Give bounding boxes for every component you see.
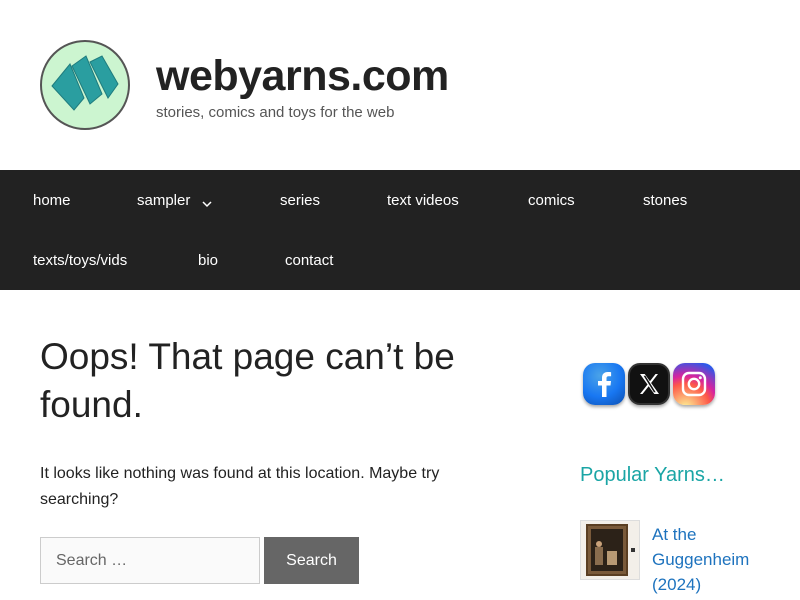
nav-item-series[interactable]: series bbox=[280, 192, 320, 209]
search-button[interactable]: Search bbox=[264, 537, 359, 584]
facebook-icon[interactable] bbox=[583, 363, 625, 405]
nav-item-contact[interactable]: contact bbox=[285, 252, 333, 269]
nav-item-home[interactable]: home bbox=[33, 192, 71, 209]
page-title: Oops! That page can’t be found. bbox=[40, 336, 455, 425]
instagram-icon[interactable] bbox=[673, 363, 715, 405]
nav-item-texts-toys-vids[interactable]: texts/toys/vids bbox=[33, 252, 127, 269]
nav-item-label: contact bbox=[285, 252, 334, 269]
yarn-thumbnail[interactable] bbox=[580, 520, 640, 580]
site-logo-icon[interactable] bbox=[40, 40, 130, 130]
search-input[interactable] bbox=[40, 537, 260, 584]
nav-item-label: home bbox=[33, 192, 71, 209]
site-title[interactable]: webyarns.com bbox=[156, 52, 449, 101]
nav-item-label: series bbox=[280, 192, 321, 209]
nav-item-bio[interactable]: bio bbox=[198, 252, 218, 269]
popular-yarns-heading: Popular Yarns… bbox=[580, 464, 725, 486]
not-found-message: It looks like nothing was found at this … bbox=[40, 465, 440, 508]
nav-item-label: bio bbox=[198, 252, 219, 269]
nav-item-text-videos[interactable]: text videos bbox=[387, 192, 459, 209]
nav-item-label: text videos bbox=[387, 192, 459, 209]
nav-item-comics[interactable]: comics bbox=[528, 192, 575, 209]
nav-item-label: comics bbox=[528, 192, 575, 209]
x-twitter-icon[interactable] bbox=[628, 363, 670, 405]
nav-item-label: sampler bbox=[137, 192, 191, 209]
main-nav: home sampler series text videos comics s… bbox=[0, 170, 800, 290]
nav-item-label: stones bbox=[643, 192, 688, 209]
nav-item-stones[interactable]: stones bbox=[643, 192, 687, 209]
chevron-down-icon[interactable] bbox=[202, 196, 212, 207]
nav-item-sampler[interactable]: sampler bbox=[137, 192, 212, 209]
popular-yarn-link[interactable]: At the Guggenheim (2024) bbox=[652, 522, 792, 597]
nav-item-label: texts/toys/vids bbox=[33, 252, 128, 269]
site-header: webyarns.com stories, comics and toys fo… bbox=[0, 0, 800, 170]
site-tagline: stories, comics and toys for the web bbox=[156, 104, 395, 121]
